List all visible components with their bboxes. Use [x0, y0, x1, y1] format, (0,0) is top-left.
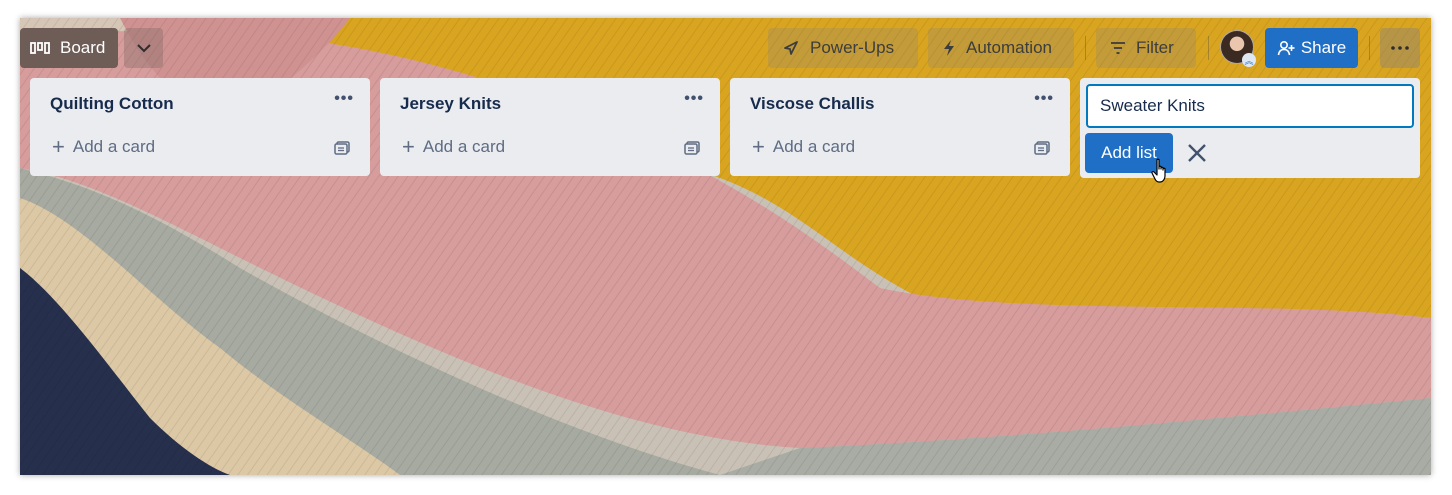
chevron-down-icon: [136, 44, 151, 53]
filter-icon: [1111, 42, 1125, 54]
automation-label: Automation: [966, 38, 1052, 57]
list-title[interactable]: Quilting Cotton: [50, 94, 174, 114]
ellipsis-icon[interactable]: •••: [334, 90, 354, 108]
list-column: Viscose Challis ••• + Add a card: [730, 78, 1070, 176]
board-menu-button[interactable]: [1380, 28, 1420, 68]
share-label: Share: [1300, 38, 1347, 57]
add-card-button[interactable]: + Add a card: [402, 136, 505, 158]
header-divider: [1208, 36, 1209, 60]
list-title[interactable]: Jersey Knits: [400, 94, 501, 114]
ellipsis-icon[interactable]: •••: [684, 90, 704, 108]
plus-icon: +: [752, 134, 765, 159]
list-title-input[interactable]: [1086, 84, 1414, 128]
share-button[interactable]: Share: [1265, 28, 1358, 68]
close-icon[interactable]: [1186, 142, 1208, 164]
add-card-button[interactable]: + Add a card: [52, 136, 155, 158]
list-column: Jersey Knits ••• + Add a card: [380, 78, 720, 176]
board-view-button[interactable]: Board: [20, 28, 118, 68]
list-column: Quilting Cotton ••• + Add a card: [30, 78, 370, 176]
plus-icon: +: [402, 134, 415, 159]
more-icon: [1391, 46, 1409, 50]
board-view-label: Board: [60, 38, 106, 57]
card-template-icon[interactable]: [1034, 140, 1050, 156]
filter-button[interactable]: Filter: [1096, 28, 1196, 68]
admin-chevron-icon: ︽: [1242, 53, 1256, 67]
add-card-label: Add a card: [72, 137, 156, 156]
rocket-icon: [784, 41, 798, 55]
plus-icon: +: [52, 134, 65, 159]
add-card-button[interactable]: + Add a card: [752, 136, 855, 158]
board-icon: [30, 42, 50, 54]
powerups-label: Power-Ups: [810, 38, 895, 57]
hand-pointer-icon: [1151, 158, 1166, 183]
add-card-label: Add a card: [772, 137, 856, 156]
board-view-dropdown-button[interactable]: [124, 28, 163, 68]
header-divider: [1369, 36, 1370, 60]
ellipsis-icon[interactable]: •••: [1034, 90, 1054, 108]
header-divider: [1085, 36, 1086, 60]
add-list-form: Add list: [1080, 78, 1420, 178]
bolt-icon: [944, 40, 954, 56]
add-card-label: Add a card: [422, 137, 506, 156]
card-template-icon[interactable]: [334, 140, 350, 156]
powerups-button[interactable]: Power-Ups: [768, 28, 918, 68]
automation-button[interactable]: Automation: [928, 28, 1074, 68]
card-template-icon[interactable]: [684, 140, 700, 156]
add-user-icon: [1277, 40, 1295, 56]
filter-label: Filter: [1136, 38, 1174, 57]
list-title[interactable]: Viscose Challis: [750, 94, 874, 114]
board-frame: Board Power-Ups Automation Filter ︽ Shar…: [20, 18, 1431, 475]
